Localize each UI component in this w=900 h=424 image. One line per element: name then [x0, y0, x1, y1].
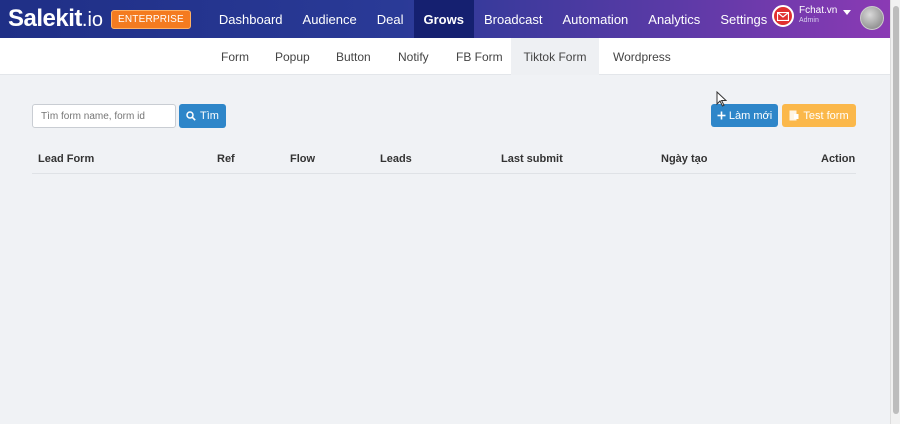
nav-settings[interactable]: Settings — [710, 0, 777, 38]
tab-tiktok-form[interactable]: Tiktok Form — [511, 38, 599, 75]
scrollbar-thumb[interactable] — [893, 6, 899, 414]
search-button[interactable]: Tìm — [179, 104, 226, 128]
main-nav: Dashboard Audience Deal Grows Broadcast … — [209, 0, 777, 38]
tab-form[interactable]: Form — [211, 38, 259, 75]
nav-grows[interactable]: Grows — [413, 0, 474, 38]
logo-suffix: .io — [81, 9, 104, 31]
tab-fb-form[interactable]: FB Form — [446, 38, 513, 75]
search-icon — [186, 111, 196, 121]
user-role: Admin — [799, 17, 819, 24]
document-icon — [789, 110, 799, 121]
tab-wordpress[interactable]: Wordpress — [603, 38, 681, 75]
nav-automation[interactable]: Automation — [553, 0, 639, 38]
plus-icon — [717, 111, 726, 120]
column-leads[interactable]: Leads — [380, 153, 412, 165]
new-button[interactable]: Làm mới — [711, 104, 778, 127]
column-lead-form[interactable]: Lead Form — [38, 153, 94, 165]
column-flow[interactable]: Flow — [290, 153, 315, 165]
column-ref[interactable]: Ref — [217, 153, 235, 165]
nav-audience[interactable]: Audience — [293, 0, 367, 38]
sub-nav: Form Popup Button Notify FB Form Tiktok … — [0, 38, 890, 75]
new-button-label: Làm mới — [728, 109, 773, 122]
nav-dashboard[interactable]: Dashboard — [209, 0, 293, 38]
chevron-down-icon[interactable] — [843, 9, 852, 15]
user-info: Fchat.vn Admin — [799, 6, 837, 26]
page-scrollbar[interactable] — [890, 0, 900, 424]
app-logo[interactable]: Salekit .io — [8, 5, 103, 33]
logo-text: Salekit — [8, 5, 82, 32]
tab-button[interactable]: Button — [326, 38, 381, 75]
mail-icon[interactable] — [772, 5, 794, 27]
test-form-button[interactable]: Test form — [782, 104, 856, 127]
avatar[interactable] — [860, 6, 884, 30]
plan-badge: ENTERPRISE — [111, 9, 191, 29]
tab-popup[interactable]: Popup — [265, 38, 320, 75]
search-input[interactable] — [32, 104, 176, 128]
table-header: Lead Form Ref Flow Leads Last submit Ngà… — [32, 145, 856, 174]
column-created-date[interactable]: Ngày tạo — [661, 153, 707, 165]
test-form-button-label: Test form — [803, 109, 849, 122]
user-menu[interactable]: Fchat.vn Admin — [772, 5, 852, 27]
column-last-submit[interactable]: Last submit — [501, 153, 563, 165]
search-button-label: Tìm — [200, 110, 219, 122]
top-navbar: Salekit .io ENTERPRISE Dashboard Audienc… — [0, 0, 890, 38]
column-action[interactable]: Action — [821, 153, 855, 165]
nav-deal[interactable]: Deal — [367, 0, 414, 38]
user-name: Fchat.vn — [799, 5, 838, 16]
tab-notify[interactable]: Notify — [388, 38, 439, 75]
nav-analytics[interactable]: Analytics — [638, 0, 710, 38]
nav-broadcast[interactable]: Broadcast — [474, 0, 553, 38]
mouse-cursor-icon — [716, 91, 727, 107]
